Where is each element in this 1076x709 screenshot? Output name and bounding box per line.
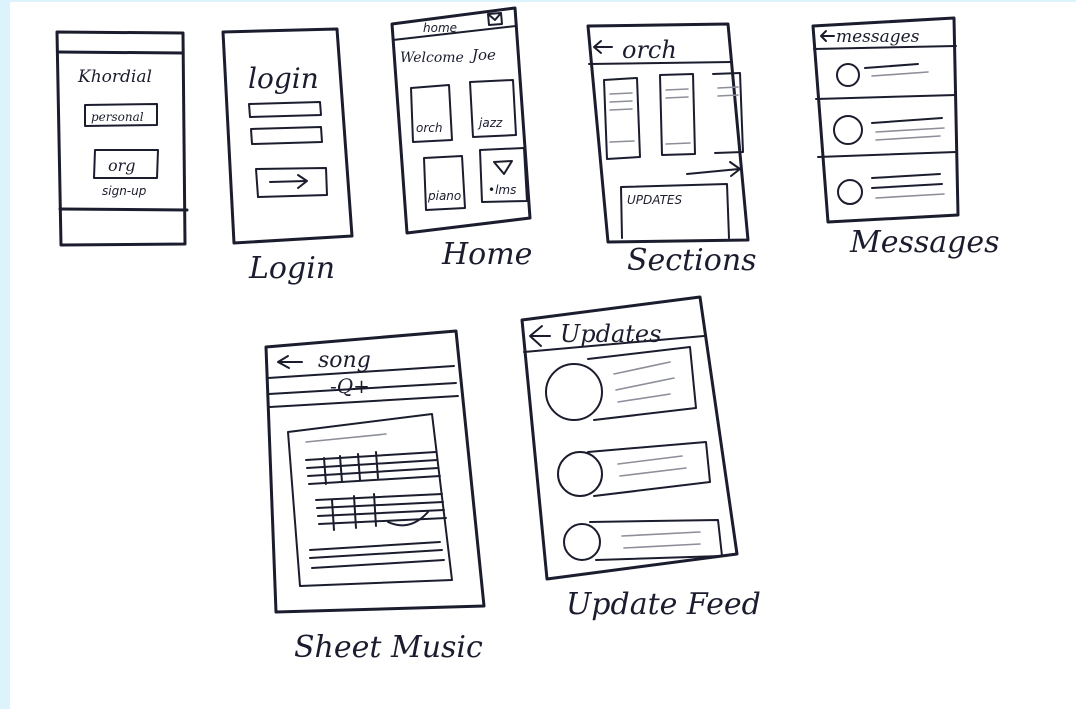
password-field (250, 126, 323, 145)
tile-jazz-label: jazz (477, 116, 503, 130)
avatar (557, 451, 603, 497)
update-feed-caption: Update Feed (566, 587, 761, 622)
back-arrow-icon (820, 30, 835, 42)
welcome-text: Welcome (400, 50, 464, 66)
avatar (563, 523, 601, 561)
update-card (587, 346, 697, 421)
messages-title: messages (836, 27, 920, 47)
login-caption: Login (248, 251, 335, 286)
personal-button-label: personal (91, 110, 144, 124)
login-title: login (248, 62, 319, 95)
update-card (589, 519, 723, 561)
mail-icon (487, 12, 503, 26)
avatar (833, 115, 863, 145)
sheet-music-caption: Sheet Music (294, 630, 483, 665)
home-caption: Home (441, 237, 532, 272)
back-arrow-icon (593, 40, 613, 54)
tile-orch-label: orch (416, 121, 442, 135)
sections-caption: Sections (627, 243, 757, 278)
user-name: Joe (469, 46, 496, 64)
signup-screen-sketch: Khordial personal org sign-up (55, 30, 189, 247)
zoom-control[interactable]: -Q+ (330, 374, 370, 398)
login-screen-sketch: login Login (221, 27, 354, 286)
updates-title: Updates (560, 320, 661, 348)
avatar (837, 179, 863, 205)
sketch-canvas: Khordial personal org sign-up login Logi… (10, 2, 1076, 709)
home-screen-sketch: home Welcome Joe orch jazz piano •lms Ho… (390, 6, 532, 272)
home-tab-label: home (423, 21, 457, 35)
section-card-1 (603, 77, 641, 160)
back-arrow-icon (529, 325, 551, 347)
org-button-label: org (108, 156, 136, 175)
tile-lms-icon (493, 160, 513, 175)
sheet-music-screen-sketch: song -Q+ Sheet Music (264, 329, 486, 665)
sections-title: orch (622, 36, 677, 64)
messages-caption: Messages (849, 225, 1000, 260)
tile-piano-label: piano (427, 189, 461, 203)
song-title: song (318, 348, 371, 373)
login-submit-button (255, 167, 328, 198)
update-card (587, 441, 711, 497)
brand-name: Khordial (77, 67, 152, 87)
username-field (248, 101, 322, 118)
scroll-arrow-icon (686, 161, 741, 177)
sections-screen-sketch: orch UPDATES Sections (586, 22, 757, 278)
tile-lms-label: •lms (488, 183, 516, 197)
wireframe-sketches: Khordial personal org sign-up login Logi… (55, 6, 1000, 665)
arrow-right-icon (269, 174, 308, 189)
avatar (545, 363, 603, 421)
updates-panel-label: UPDATES (627, 193, 683, 207)
back-arrow-icon (277, 355, 303, 369)
messages-screen-sketch: messages Messages (811, 16, 1000, 260)
signup-link: sign-up (102, 184, 147, 198)
avatar (836, 63, 860, 87)
update-feed-screen-sketch: Updates Update Feed (520, 295, 761, 622)
